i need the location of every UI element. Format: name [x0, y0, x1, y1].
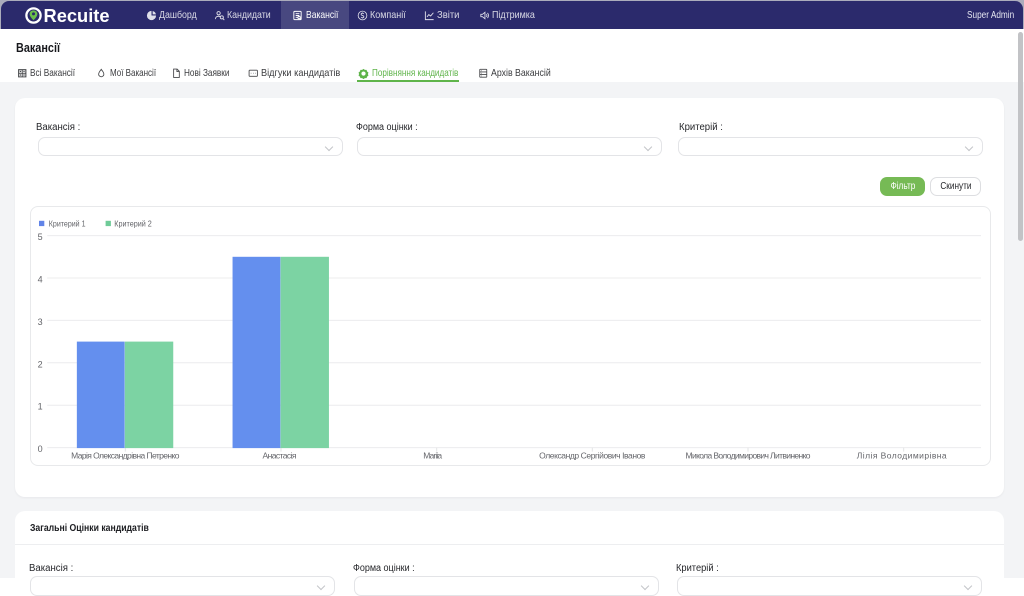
- svg-text:Анастасія: Анастасія: [262, 451, 296, 461]
- svg-text:Микола Володимирович Литвиненк: Микола Володимирович Литвиненко: [685, 451, 810, 461]
- svg-text:Mariia: Mariia: [423, 451, 442, 461]
- svg-text:Критерий 1: Критерий 1: [48, 219, 85, 229]
- svg-text:Лілія Володимирівна: Лілія Володимирівна: [856, 451, 946, 461]
- svg-text:2: 2: [37, 359, 42, 369]
- svg-text:Критерий 2: Критерий 2: [114, 219, 152, 229]
- svg-text:Марія Олександрівна Петренко: Марія Олександрівна Петренко: [71, 451, 180, 461]
- svg-text:Олександр Сергійович Іванов: Олександр Сергійович Іванов: [539, 451, 646, 461]
- svg-text:3: 3: [37, 317, 42, 327]
- svg-text:0: 0: [37, 444, 42, 454]
- svg-text:1: 1: [37, 402, 42, 412]
- svg-text:5: 5: [37, 232, 42, 242]
- svg-text:4: 4: [37, 275, 42, 285]
